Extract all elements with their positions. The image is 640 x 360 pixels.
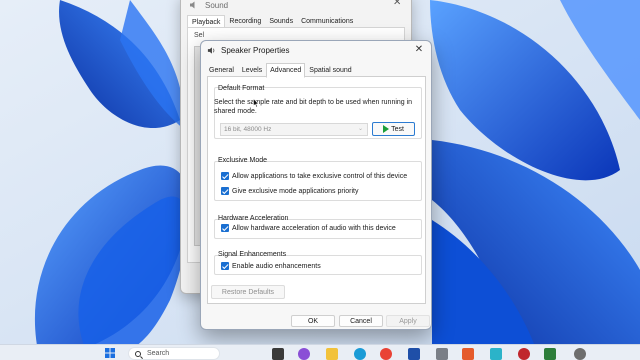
app-icon[interactable] bbox=[408, 348, 420, 360]
enable-enhancements-checkbox[interactable] bbox=[221, 262, 229, 270]
app-icon-4[interactable] bbox=[490, 348, 502, 360]
give-priority-row[interactable]: Give exclusive mode applications priorit… bbox=[221, 187, 358, 195]
start-icon[interactable] bbox=[104, 347, 116, 359]
dialog-title: Speaker Properties bbox=[221, 45, 290, 55]
allow-exclusive-row[interactable]: Allow applications to take exclusive con… bbox=[221, 172, 407, 180]
chrome-icon[interactable] bbox=[380, 348, 392, 360]
search-placeholder: Search bbox=[147, 350, 170, 357]
settings-icon[interactable] bbox=[574, 348, 586, 360]
exclusive-mode-group bbox=[214, 161, 422, 201]
sound-body-text: Sel bbox=[194, 32, 205, 39]
sound-close-icon[interactable]: ✕ bbox=[393, 0, 403, 8]
signal-enhancements-label: Signal Enhancements bbox=[218, 251, 287, 258]
default-format-label: Default Format bbox=[218, 85, 265, 92]
exclusive-mode-label: Exclusive Mode bbox=[218, 157, 268, 164]
restore-defaults-button[interactable]: Restore Defaults bbox=[211, 285, 285, 299]
default-format-description: Select the sample rate and bit depth to … bbox=[214, 99, 413, 115]
give-priority-checkbox[interactable] bbox=[221, 187, 229, 195]
mouse-cursor-icon bbox=[253, 98, 259, 108]
ok-button[interactable]: OK bbox=[291, 315, 335, 327]
apply-button[interactable]: Apply bbox=[386, 315, 430, 327]
enable-enhancements-row[interactable]: Enable audio enhancements bbox=[221, 262, 321, 270]
task-view-icon[interactable] bbox=[272, 348, 284, 360]
format-select[interactable]: 16 bit, 48000 Hz ⌄ bbox=[220, 123, 368, 136]
taskbar: Search bbox=[0, 344, 640, 360]
play-icon bbox=[383, 125, 390, 133]
close-icon[interactable]: ✕ bbox=[413, 44, 425, 56]
test-button-label: Test bbox=[391, 125, 404, 133]
cancel-button[interactable]: Cancel bbox=[339, 315, 383, 327]
allow-exclusive-label: Allow applications to take exclusive con… bbox=[232, 172, 408, 180]
file-explorer-icon[interactable] bbox=[326, 348, 338, 360]
allow-hw-label: Allow hardware acceleration of audio wit… bbox=[232, 224, 396, 232]
allow-exclusive-checkbox[interactable] bbox=[221, 172, 229, 180]
allow-hw-row[interactable]: Allow hardware acceleration of audio wit… bbox=[221, 224, 396, 232]
app-icon-5[interactable] bbox=[518, 348, 530, 360]
sound-window-title: Sound bbox=[205, 0, 229, 10]
give-priority-label: Give exclusive mode applications priorit… bbox=[232, 187, 359, 195]
speaker-icon bbox=[207, 46, 215, 54]
chevron-down-icon: ⌄ bbox=[357, 126, 363, 132]
format-select-value: 16 bit, 48000 Hz bbox=[224, 126, 272, 133]
enable-enhancements-label: Enable audio enhancements bbox=[232, 262, 321, 270]
chat-icon[interactable] bbox=[298, 348, 310, 360]
edge-icon[interactable] bbox=[354, 348, 366, 360]
app-icon-2[interactable] bbox=[436, 348, 448, 360]
speaker-properties-dialog: Speaker Properties ✕ General Levels Adva… bbox=[200, 40, 432, 330]
tab-advanced[interactable]: Advanced bbox=[266, 63, 306, 78]
sound-titlebar: Sound bbox=[181, 0, 411, 15]
dialog-titlebar: Speaker Properties bbox=[201, 41, 431, 59]
allow-hw-checkbox[interactable] bbox=[221, 224, 229, 232]
speaker-icon bbox=[190, 1, 195, 9]
taskbar-search[interactable]: Search bbox=[128, 347, 220, 360]
test-button[interactable]: Test bbox=[372, 122, 415, 136]
app-icon-6[interactable] bbox=[544, 348, 556, 360]
hardware-acceleration-label: Hardware Acceleration bbox=[218, 215, 289, 222]
search-icon bbox=[135, 350, 141, 357]
app-icon-3[interactable] bbox=[462, 348, 474, 360]
